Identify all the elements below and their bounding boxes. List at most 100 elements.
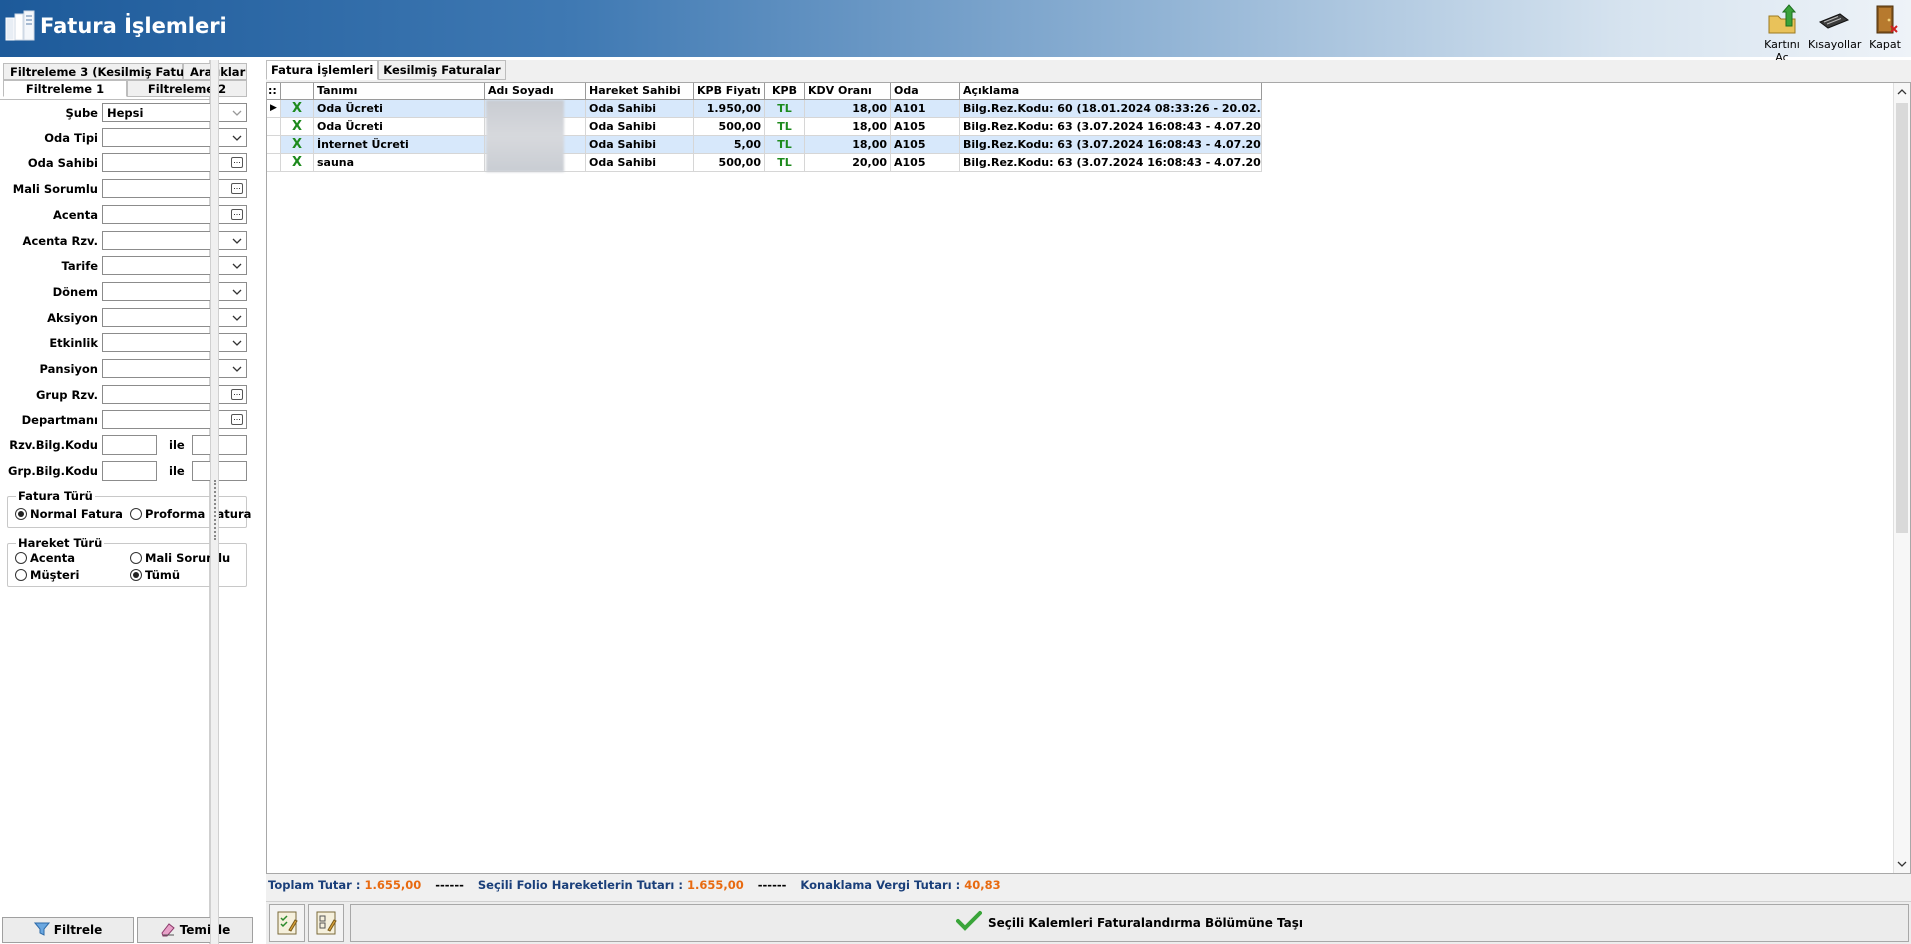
cell-tanimi: Oda Ücreti bbox=[314, 118, 485, 136]
tab-fatura-islemleri[interactable]: Fatura İşlemleri bbox=[266, 60, 379, 80]
table-row[interactable]: X Oda Ücreti Oda Sahibi 500,00 TL 18,00 A105 Bi… bbox=[267, 118, 1262, 136]
acenta-option-label: Acenta bbox=[30, 551, 75, 565]
rzv-bilg-kodu-from-input[interactable] bbox=[102, 435, 157, 455]
deselect-all-button[interactable] bbox=[308, 904, 344, 942]
checklist-icon bbox=[277, 911, 298, 935]
tumu-option-label: Tümü bbox=[145, 568, 181, 582]
table-row[interactable]: X İnternet Ücreti Oda Sahibi 5,00 TL 18,00 A10… bbox=[267, 136, 1262, 154]
filter-row-oda-tipi: Oda Tipi bbox=[0, 128, 247, 149]
cell-hareket-sahibi: Oda Sahibi bbox=[586, 136, 694, 154]
radio-normal-fatura[interactable]: Normal Fatura bbox=[15, 507, 123, 521]
radio-acenta[interactable]: Acenta bbox=[15, 551, 75, 565]
open-card-button[interactable]: Kartını Aç bbox=[1757, 4, 1807, 64]
filter-row-donem: Dönem bbox=[0, 282, 247, 303]
row-indicator bbox=[267, 136, 281, 154]
x-mark-icon: X bbox=[291, 137, 303, 152]
header-kpb[interactable]: KPB bbox=[765, 83, 805, 100]
cell-tanimi: Oda Ücreti bbox=[314, 100, 485, 118]
donem-select[interactable] bbox=[102, 282, 247, 301]
scroll-thumb[interactable] bbox=[1896, 103, 1908, 533]
mali-sorumlu-field[interactable]: ... bbox=[102, 179, 247, 198]
header-adi-soyadi[interactable]: Adı Soyadı bbox=[485, 83, 586, 100]
chevron-down-icon bbox=[232, 315, 242, 321]
main-tabs: Fatura İşlemleri Kesilmiş Faturalar bbox=[266, 60, 506, 80]
proforma-fatura-label: Proforma Fatura bbox=[145, 507, 252, 521]
tab-filtreleme-3[interactable]: Filtreleme 3 (Kesilmiş Fatura) bbox=[3, 63, 203, 80]
rzv-bilg-kodu-label: Rzv.Bilg.Kodu bbox=[9, 438, 98, 452]
grid-vertical-scrollbar[interactable] bbox=[1893, 83, 1910, 873]
header-mark bbox=[281, 83, 314, 100]
separator: ------ bbox=[435, 878, 464, 892]
table-row[interactable]: ▶ X Oda Ücreti Oda Sahibi 1.950,00 TL 18,00 A10… bbox=[267, 100, 1262, 118]
totals-bar: Toplam Tutar : 1.655,00 ------ Seçili Fo… bbox=[268, 878, 1001, 898]
close-button[interactable]: Kapat bbox=[1864, 4, 1906, 54]
filter-row-acenta: Acenta ... bbox=[0, 205, 247, 226]
header-aciklama[interactable]: Açıklama bbox=[960, 83, 1262, 100]
fatura-turu-title: Fatura Türü bbox=[16, 489, 95, 503]
browse-icon[interactable]: ... bbox=[231, 209, 243, 220]
radio-musteri[interactable]: Müşteri bbox=[15, 568, 79, 582]
etkinlik-select[interactable] bbox=[102, 333, 247, 352]
header-kpb-fiyati[interactable]: KPB Fiyatı bbox=[694, 83, 765, 100]
acenta-field[interactable]: ... bbox=[102, 205, 247, 224]
rzv-bilg-kodu-to-input[interactable] bbox=[192, 435, 247, 455]
musteri-option-label: Müşteri bbox=[30, 568, 80, 582]
cell-kpb: TL bbox=[765, 136, 805, 154]
filter-row-etkinlik: Etkinlik bbox=[0, 333, 247, 354]
filter-button[interactable]: Filtrele bbox=[2, 917, 134, 943]
grp-bilg-kodu-label: Grp.Bilg.Kodu bbox=[8, 464, 98, 478]
x-mark-icon: X bbox=[291, 155, 303, 170]
oda-tipi-select[interactable] bbox=[102, 128, 247, 147]
rzv-bilg-kodu-ile: ile bbox=[169, 438, 185, 452]
browse-icon[interactable]: ... bbox=[231, 183, 243, 194]
select-all-button[interactable] bbox=[269, 904, 305, 942]
browse-icon[interactable]: ... bbox=[231, 389, 243, 400]
cell-aciklama: Bilg.Rez.Kodu: 63 (3.07.2024 16:08:43 - … bbox=[960, 154, 1262, 172]
checkmark-icon bbox=[955, 911, 982, 931]
aksiyon-select[interactable] bbox=[102, 308, 247, 327]
sube-select[interactable]: Hepsi bbox=[102, 103, 247, 122]
folder-arrow-icon bbox=[1768, 4, 1797, 34]
transfer-to-invoicing-button[interactable]: Seçili Kalemleri Faturalandırma Bölümüne… bbox=[350, 904, 1909, 942]
grp-bilg-kodu-from-input[interactable] bbox=[102, 461, 157, 481]
grup-rzv-field[interactable]: ... bbox=[102, 385, 247, 404]
cell-tanimi: sauna bbox=[314, 154, 485, 172]
header-hareket-sahibi[interactable]: Hareket Sahibi bbox=[586, 83, 694, 100]
sube-value: Hepsi bbox=[107, 106, 144, 120]
tab-kesilmis-faturalar[interactable]: Kesilmiş Faturalar bbox=[378, 60, 506, 80]
acenta-rzv-select[interactable] bbox=[102, 231, 247, 250]
cell-kdv-orani: 18,00 bbox=[805, 136, 891, 154]
header-kdv-orani[interactable]: KDV Oranı bbox=[805, 83, 891, 100]
grp-bilg-kodu-to-input[interactable] bbox=[192, 461, 247, 481]
header-tanimi[interactable]: Tanımı bbox=[314, 83, 485, 100]
row-indicator bbox=[267, 118, 281, 136]
radio-proforma-fatura[interactable]: Proforma Fatura bbox=[130, 507, 251, 521]
radio-dot bbox=[130, 508, 142, 520]
radio-tumu[interactable]: Tümü bbox=[130, 568, 180, 582]
pansiyon-select[interactable] bbox=[102, 359, 247, 378]
scroll-down-icon[interactable] bbox=[1897, 859, 1907, 869]
filter-row-pansiyon: Pansiyon bbox=[0, 359, 247, 380]
aksiyon-label: Aksiyon bbox=[47, 311, 98, 325]
shortcuts-button[interactable]: Kısayollar bbox=[1808, 4, 1861, 54]
scroll-up-icon[interactable] bbox=[1897, 87, 1907, 97]
tab-filtreleme-1[interactable]: Filtreleme 1 bbox=[3, 80, 127, 97]
cell-hareket-sahibi: Oda Sahibi bbox=[586, 100, 694, 118]
browse-icon[interactable]: ... bbox=[231, 157, 243, 168]
tarife-select[interactable] bbox=[102, 256, 247, 275]
header-oda[interactable]: Oda bbox=[891, 83, 960, 100]
oda-sahibi-field[interactable]: ... bbox=[102, 153, 247, 172]
table-row[interactable]: Xsauna Oda Sahibi 500,00 TL 20,00 A105 Bilg.Re… bbox=[267, 154, 1262, 172]
chevron-down-icon bbox=[232, 263, 242, 269]
clear-button[interactable]: Temizle bbox=[137, 917, 253, 943]
panel-splitter[interactable] bbox=[210, 60, 219, 944]
title-bar: Fatura İşlemleri Kartını Aç Kısayollar K… bbox=[0, 0, 1911, 64]
tab-filtreleme-2[interactable]: Filtreleme 2 bbox=[127, 80, 247, 97]
grid-corner[interactable]: :: bbox=[267, 83, 281, 100]
browse-icon[interactable]: ... bbox=[231, 414, 243, 425]
chevron-down-icon bbox=[232, 135, 242, 141]
filter-row-aksiyon: Aksiyon bbox=[0, 308, 247, 329]
filter-row-acenta-rzv: Acenta Rzv. bbox=[0, 231, 247, 252]
departmani-field[interactable]: ... bbox=[102, 410, 247, 429]
filter-row-rzv-bilg-kodu: Rzv.Bilg.Kodu ile bbox=[0, 435, 247, 456]
